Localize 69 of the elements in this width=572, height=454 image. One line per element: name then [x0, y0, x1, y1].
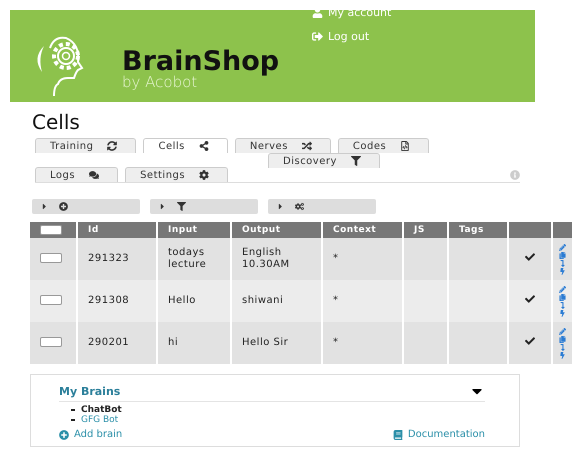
edit-icon[interactable] — [559, 286, 566, 292]
edit-icon[interactable] — [559, 244, 566, 250]
plus-icon — [59, 430, 69, 440]
check-icon — [525, 336, 535, 346]
code-icon — [400, 141, 410, 151]
user-icon — [312, 7, 323, 18]
plus-icon — [59, 202, 68, 211]
share-icon — [198, 141, 209, 151]
table-cell: shiwani — [231, 280, 322, 322]
tab[interactable]: Logs — [35, 167, 118, 182]
row-checkbox[interactable] — [40, 253, 62, 264]
add-brain-link[interactable]: Add brain — [59, 429, 122, 440]
settings-icon — [199, 170, 210, 180]
gears-icon — [295, 202, 304, 211]
table-cell: * — [322, 322, 403, 364]
filter-icon — [350, 156, 361, 166]
brain-link[interactable]: ChatBot — [81, 405, 122, 415]
copy-icon[interactable] — [559, 336, 566, 342]
filter-icon — [177, 202, 186, 211]
brand-tagline: by Acobot — [122, 75, 198, 90]
tab[interactable]: Settings — [125, 167, 228, 182]
bolt-icon[interactable] — [559, 310, 566, 316]
bolt-icon[interactable] — [559, 352, 566, 358]
row-checkbox[interactable] — [40, 337, 62, 348]
shuffle-icon — [302, 141, 312, 151]
page-title: Cells — [32, 110, 81, 134]
column-header: Output — [231, 222, 322, 238]
table-cell: English 10.30AM — [231, 238, 322, 280]
table-cell: Hello Sir — [231, 322, 322, 364]
edit-icon[interactable] — [559, 328, 566, 334]
table-cell: 291323 — [77, 238, 157, 280]
check-icon — [525, 252, 535, 262]
copy-icon[interactable] — [559, 252, 566, 258]
table-cell: hi — [157, 322, 231, 364]
dropdown-button[interactable] — [32, 199, 140, 214]
column-header: Input — [157, 222, 231, 238]
column-header: Tags — [448, 222, 508, 238]
comments-icon — [89, 170, 100, 180]
tab[interactable]: Codes — [338, 138, 430, 153]
table-cell: 290201 — [77, 322, 157, 364]
table-cell: * — [322, 280, 403, 322]
logout-icon — [312, 31, 323, 42]
arrow-icon[interactable] — [559, 344, 566, 350]
row-checkbox[interactable] — [40, 295, 62, 306]
table-cell: * — [322, 238, 403, 280]
panel-title: My Brains — [59, 384, 120, 398]
refresh-icon — [107, 141, 118, 151]
table-cell: todays lecture — [157, 238, 231, 280]
tab[interactable]: Nerves — [234, 138, 331, 153]
table-cell: 291308 — [77, 280, 157, 322]
copy-icon[interactable] — [559, 294, 566, 300]
select-all-checkbox[interactable] — [40, 224, 62, 235]
tab[interactable]: Cells — [143, 138, 228, 153]
tab[interactable]: Discovery — [268, 153, 380, 168]
bolt-icon[interactable] — [559, 268, 566, 274]
column-header: JS — [403, 222, 448, 238]
arrow-icon[interactable] — [559, 302, 566, 308]
dropdown-button[interactable] — [268, 199, 376, 214]
book-icon — [392, 430, 403, 440]
documentation-link[interactable]: Documentation — [392, 429, 485, 440]
brand-name: BrainShop — [122, 48, 280, 75]
column-header: Context — [322, 222, 403, 238]
brain-link[interactable]: GFG Bot — [81, 415, 118, 425]
tab[interactable]: Training — [35, 138, 136, 153]
table-cell: Hello — [157, 280, 231, 322]
check-icon — [525, 294, 535, 304]
dropdown-button[interactable] — [150, 199, 258, 214]
arrow-icon[interactable] — [559, 260, 566, 266]
column-header: Id — [77, 222, 157, 238]
